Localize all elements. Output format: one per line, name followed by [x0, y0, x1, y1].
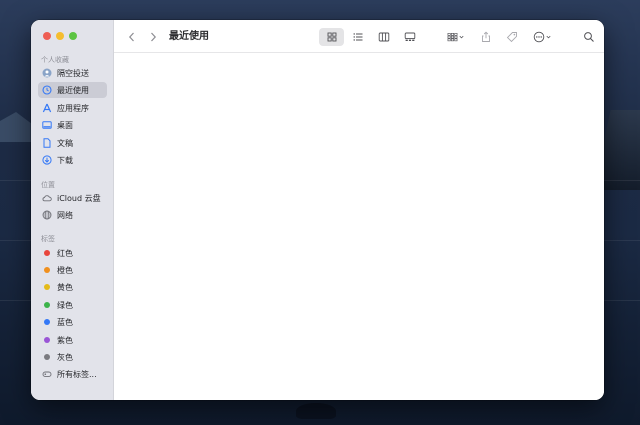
toolbar: 最近使用	[114, 20, 604, 53]
sidebar-item-tag-gray[interactable]: 灰色	[38, 349, 107, 365]
finder-window: 个人收藏 隔空投送 最近使用 应用程序 桌面 文稿 下载 位置 iCloud 云…	[31, 20, 604, 400]
search-icon	[584, 32, 594, 42]
tag-dot-container	[42, 317, 52, 327]
column-view-icon	[378, 32, 389, 42]
tag-button[interactable]	[502, 28, 522, 46]
sidebar-item-downloads[interactable]: 下载	[38, 152, 107, 168]
share-button[interactable]	[476, 28, 496, 46]
yellow-tag-icon	[44, 284, 50, 290]
icon-view-button[interactable]	[319, 28, 344, 46]
sidebar-item-label: 所有标签...	[57, 369, 97, 379]
wallpaper-rock	[296, 403, 336, 419]
back-button[interactable]	[124, 28, 140, 46]
globe-icon	[42, 210, 52, 220]
sidebar-item-label: 红色	[57, 248, 73, 258]
gray-tag-icon	[44, 354, 50, 360]
list-view-icon	[353, 33, 362, 41]
sidebar-item-airdrop[interactable]: 隔空投送	[38, 65, 107, 81]
sidebar-item-label: 蓝色	[57, 317, 73, 327]
sidebar-item-desktop[interactable]: 桌面	[38, 117, 107, 133]
share-icon	[482, 31, 490, 42]
sidebar-item-label: 橙色	[57, 265, 73, 275]
group-grid-icon	[447, 33, 458, 42]
sidebar-item-label: iCloud 云盘	[57, 193, 101, 203]
ellipsis-circle-icon	[533, 31, 544, 43]
window-controls	[43, 32, 77, 40]
more-actions-button[interactable]	[529, 28, 555, 46]
minimize-button[interactable]	[56, 32, 64, 40]
download-icon	[42, 155, 52, 165]
search-button[interactable]	[579, 28, 599, 46]
sidebar-item-tag-yellow[interactable]: 黄色	[38, 279, 107, 295]
document-icon	[42, 138, 52, 148]
sidebar-item-label: 黄色	[57, 282, 73, 292]
sidebar-item-tag-green[interactable]: 绿色	[38, 297, 107, 313]
blue-tag-icon	[44, 319, 50, 325]
sidebar-item-label: 桌面	[57, 120, 73, 130]
sidebar-item-tag-purple[interactable]: 紫色	[38, 332, 107, 348]
favorites-section-title: 个人收藏	[41, 56, 69, 64]
sidebar-item-network[interactable]: 网络	[38, 207, 107, 223]
sidebar-item-label: 文稿	[57, 138, 73, 148]
tag-dot-container	[42, 300, 52, 310]
tags-section-title: 标签	[41, 235, 55, 243]
sidebar: 个人收藏 隔空投送 最近使用 应用程序 桌面 文稿 下载 位置 iCloud 云…	[31, 20, 114, 400]
gallery-view-icon	[404, 32, 415, 41]
window-title: 最近使用	[169, 31, 209, 42]
sidebar-item-tag-red[interactable]: 红色	[38, 245, 107, 261]
sidebar-item-recents[interactable]: 最近使用	[38, 82, 107, 98]
tag-icon	[506, 32, 517, 43]
zoom-button[interactable]	[69, 32, 77, 40]
tag-outline-icon	[42, 369, 52, 379]
sidebar-item-label: 紫色	[57, 335, 73, 345]
sidebar-item-label: 应用程序	[57, 103, 89, 113]
chevron-left-icon	[128, 32, 134, 42]
sidebar-item-tag-orange[interactable]: 橙色	[38, 262, 107, 278]
orange-tag-icon	[44, 267, 50, 273]
chevron-right-icon	[151, 32, 157, 42]
green-tag-icon	[44, 302, 50, 308]
sidebar-item-tag-blue[interactable]: 蓝色	[38, 314, 107, 330]
sidebar-item-label: 网络	[57, 210, 73, 220]
close-button[interactable]	[43, 32, 51, 40]
grid-view-icon	[327, 32, 336, 42]
apps-icon	[42, 103, 52, 113]
column-view-button[interactable]	[371, 28, 396, 46]
sidebar-item-label: 下载	[57, 155, 73, 165]
gallery-view-button[interactable]	[397, 28, 422, 46]
sidebar-item-applications[interactable]: 应用程序	[38, 100, 107, 116]
red-tag-icon	[44, 250, 50, 256]
sidebar-item-all-tags[interactable]: 所有标签...	[38, 366, 107, 382]
tag-dot-container	[42, 335, 52, 345]
list-view-button[interactable]	[345, 28, 370, 46]
cloud-icon	[42, 193, 52, 203]
sidebar-item-documents[interactable]: 文稿	[38, 135, 107, 151]
airdrop-icon	[42, 68, 52, 78]
forward-button[interactable]	[145, 28, 161, 46]
tag-dot-container	[42, 352, 52, 362]
sidebar-item-label: 最近使用	[57, 85, 89, 95]
tag-dot-container	[42, 248, 52, 258]
locations-section-title: 位置	[41, 181, 55, 189]
tag-dot-container	[42, 282, 52, 292]
tag-dot-container	[42, 265, 52, 275]
chevron-down-icon	[545, 35, 551, 39]
clock-icon	[42, 85, 52, 95]
wallpaper-cliff	[598, 110, 640, 190]
group-button[interactable]	[444, 28, 468, 46]
chevron-down-icon	[459, 35, 464, 39]
desktop-icon	[42, 120, 52, 130]
sidebar-item-icloud[interactable]: iCloud 云盘	[38, 190, 107, 206]
sidebar-item-label: 绿色	[57, 300, 73, 310]
purple-tag-icon	[44, 337, 50, 343]
sidebar-item-label: 灰色	[57, 352, 73, 362]
content-area: 最近使用	[114, 20, 604, 400]
sidebar-item-label: 隔空投送	[57, 68, 89, 78]
